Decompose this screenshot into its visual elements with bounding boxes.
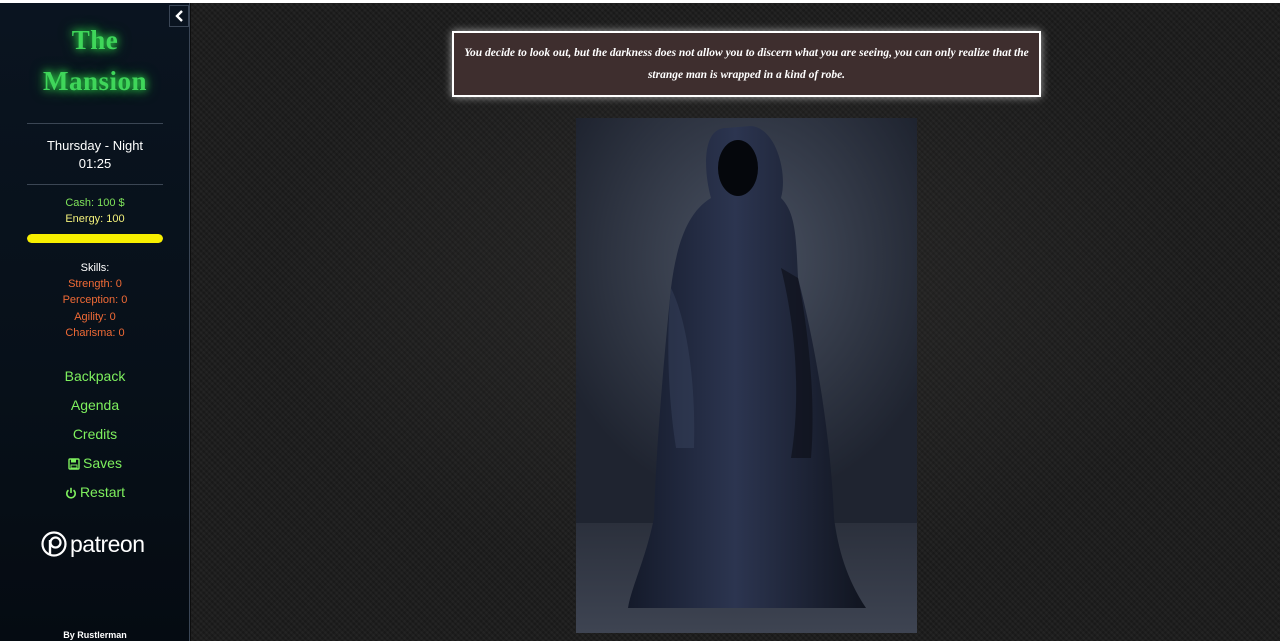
skill-charisma: Charisma: 0 <box>65 327 125 339</box>
backpack-link[interactable]: Backpack <box>0 368 190 384</box>
time-label: 01:25 <box>78 156 112 171</box>
energy-bar <box>27 234 163 243</box>
floppy-disk-icon <box>68 457 80 473</box>
cash-label: Cash: 100 $ <box>65 197 125 209</box>
game-title-line2: Mansion <box>42 66 148 96</box>
energy-label: Energy: 100 <box>65 213 125 225</box>
skill-perception: Perception: 0 <box>62 294 128 306</box>
chevron-left-icon <box>174 10 183 22</box>
narration-box: You decide to look out, but the darkness… <box>452 31 1041 97</box>
credits-label: Credits <box>72 426 118 442</box>
patreon-wordmark: patreon <box>70 530 145 557</box>
energy-bar-fill <box>27 234 163 243</box>
saves-label: Saves <box>83 455 122 471</box>
divider <box>27 184 163 185</box>
patreon-link[interactable]: patreon <box>41 529 151 559</box>
scene-image-robed-figure <box>576 118 917 633</box>
main-panel: You decide to look out, but the darkness… <box>191 3 1280 641</box>
day-label: Thursday - Night <box>46 138 144 153</box>
restart-label: Restart <box>79 484 126 500</box>
game-title-line1: The <box>71 25 119 55</box>
patreon-logo-icon <box>41 531 67 557</box>
robed-figure-illustration <box>576 118 917 633</box>
credits-link[interactable]: Credits <box>0 426 190 442</box>
agenda-label: Agenda <box>70 397 120 413</box>
narration-text: You decide to look out, but the darkness… <box>464 47 1029 81</box>
author-credit: By Rustlerman <box>63 630 127 640</box>
sidebar: The Mansion Thursday - Night 01:25 Cash:… <box>0 3 190 641</box>
backpack-label: Backpack <box>64 368 126 384</box>
agenda-link[interactable]: Agenda <box>0 397 190 413</box>
divider <box>27 123 163 124</box>
skill-agility: Agility: 0 <box>74 311 116 323</box>
collapse-sidebar-button[interactable] <box>169 5 189 27</box>
power-icon <box>65 486 77 502</box>
skill-strength: Strength: 0 <box>68 278 122 290</box>
saves-link[interactable]: Saves <box>0 455 190 473</box>
restart-link[interactable]: Restart <box>0 484 190 502</box>
skills-heading: Skills: <box>80 262 110 274</box>
